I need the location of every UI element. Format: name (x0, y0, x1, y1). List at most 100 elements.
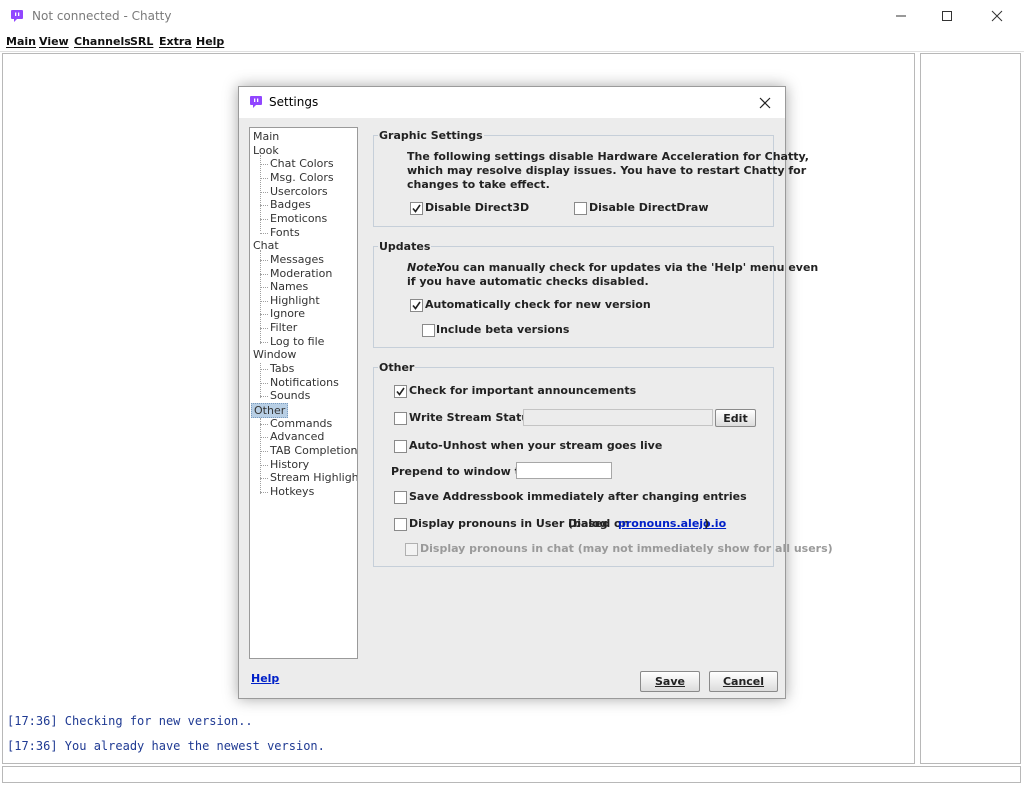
stream-status-label[interactable]: Write Stream Status: (409, 411, 540, 425)
disable-direct3d-label[interactable]: Disable Direct3D (425, 201, 529, 215)
pronouns-chat-label[interactable]: Display pronouns in chat (may not immedi… (420, 542, 833, 556)
help-link[interactable]: Help (251, 672, 279, 685)
auto-check-updates-label[interactable]: Automatically check for new version (425, 298, 651, 312)
tree-item-chat[interactable]: Chat (253, 239, 279, 252)
tree-connector (260, 478, 268, 480)
pronouns-close-paren: ) (704, 517, 710, 530)
tree-connector (260, 177, 268, 179)
updates-note-line: if you have automatic checks disabled. (407, 275, 649, 288)
tree-connector (260, 259, 268, 261)
tree-connector (260, 464, 268, 466)
cancel-button[interactable]: Cancel (709, 671, 778, 692)
pronouns-dialog-checkbox[interactable] (394, 518, 407, 531)
auto-unhost-checkbox[interactable] (394, 440, 407, 453)
menu-bar: Main View Channels SRL Extra Help (0, 32, 1024, 52)
tree-guide-line (260, 418, 261, 494)
settings-dialog: Settings Main Look Chat Colors Msg. Colors U… (238, 86, 833, 699)
chat-message: [17:36] You already have the newest vers… (7, 739, 325, 753)
disable-direct3d-checkbox[interactable] (410, 202, 423, 215)
tree-connector (260, 273, 268, 275)
tree-item-commands[interactable]: Commands (270, 417, 332, 430)
user-list-pane[interactable] (920, 53, 1021, 764)
tree-item-filter[interactable]: Filter (270, 321, 297, 334)
menu-main[interactable]: Main (6, 35, 36, 48)
tree-item-messages[interactable]: Messages (270, 253, 324, 266)
graphic-desc-line: which may resolve display issues. You ha… (407, 164, 807, 177)
tree-item-sounds[interactable]: Sounds (270, 389, 310, 402)
pronouns-link[interactable]: pronouns.alejo.io (618, 517, 726, 530)
announcements-label[interactable]: Check for important announcements (409, 384, 636, 398)
tree-connector (260, 287, 268, 289)
stream-status-checkbox[interactable] (394, 412, 407, 425)
tree-item-log-to-file[interactable]: Log to file (270, 335, 324, 348)
minimize-icon (896, 15, 906, 17)
tree-item-advanced[interactable]: Advanced (270, 430, 324, 443)
edit-button[interactable]: Edit (715, 409, 756, 427)
updates-title: Updates (378, 240, 432, 253)
tree-connector (260, 491, 268, 493)
tree-item-tab-completion[interactable]: TAB Completion (270, 444, 357, 457)
tree-item-badges[interactable]: Badges (270, 198, 311, 211)
minimize-button[interactable] (878, 0, 924, 32)
tree-item-fonts[interactable]: Fonts (270, 226, 300, 239)
tree-item-msg-colors[interactable]: Msg. Colors (270, 171, 334, 184)
close-icon (759, 97, 771, 109)
dialog-close-button[interactable] (753, 92, 777, 114)
announcements-checkbox[interactable] (394, 385, 407, 398)
tree-item-names[interactable]: Names (270, 280, 308, 293)
chat-input[interactable] (2, 766, 1021, 783)
tree-item-history[interactable]: History (270, 458, 309, 471)
tree-item-main[interactable]: Main (253, 130, 279, 143)
auto-unhost-label[interactable]: Auto-Unhost when your stream goes live (409, 439, 662, 453)
checkmark-icon (412, 204, 421, 213)
tree-item-hotkeys[interactable]: Hotkeys (270, 485, 314, 498)
tree-item-chat-colors[interactable]: Chat Colors (270, 157, 334, 170)
tree-item-window[interactable]: Window (253, 348, 296, 361)
chatty-bubble-icon (11, 10, 23, 22)
menu-srl[interactable]: SRL (130, 35, 153, 48)
other-title: Other (378, 361, 416, 374)
disable-directdraw-checkbox[interactable] (574, 202, 587, 215)
save-addressbook-checkbox[interactable] (394, 491, 407, 504)
tree-connector (260, 437, 268, 439)
tree-item-tabs[interactable]: Tabs (270, 362, 294, 375)
prepend-title-field[interactable] (516, 462, 612, 479)
maximize-button[interactable] (924, 0, 970, 32)
auto-check-updates-checkbox[interactable] (410, 299, 423, 312)
beta-versions-checkbox[interactable] (422, 324, 435, 337)
checkmark-icon (396, 387, 405, 396)
maximize-icon (942, 11, 952, 21)
stream-status-field[interactable] (523, 409, 713, 426)
pronouns-chat-checkbox[interactable] (405, 543, 418, 556)
tree-item-moderation[interactable]: Moderation (270, 267, 332, 280)
save-button[interactable]: Save (640, 671, 700, 692)
tree-connector (260, 191, 268, 193)
tree-item-usercolors[interactable]: Usercolors (270, 185, 328, 198)
graphic-settings-title: Graphic Settings (378, 129, 484, 142)
menu-help[interactable]: Help (196, 35, 224, 48)
menu-view[interactable]: View (39, 35, 69, 48)
menu-extra[interactable]: Extra (159, 35, 192, 48)
dialog-title: Settings (269, 95, 319, 109)
save-addressbook-label[interactable]: Save Addressbook immediately after chang… (409, 490, 747, 504)
tree-item-notifications[interactable]: Notifications (270, 376, 339, 389)
tree-item-ignore[interactable]: Ignore (270, 307, 305, 320)
tree-item-stream-highlights[interactable]: Stream Highlights (270, 471, 357, 484)
tree-connector (260, 218, 268, 220)
tree-connector (260, 369, 268, 371)
settings-tree[interactable]: Main Look Chat Colors Msg. Colors Usercolors… (249, 127, 358, 659)
tree-connector (260, 450, 268, 452)
graphic-desc-line: The following settings disable Hardware … (407, 150, 809, 163)
tree-item-emoticons[interactable]: Emoticons (270, 212, 327, 225)
beta-versions-label[interactable]: Include beta versions (436, 323, 569, 337)
window-title: Not connected - Chatty (32, 9, 172, 23)
tree-connector (260, 314, 268, 316)
close-window-button[interactable] (974, 0, 1020, 32)
tree-connector (260, 300, 268, 302)
tree-connector (260, 328, 268, 330)
tree-item-highlight[interactable]: Highlight (270, 294, 320, 307)
close-icon (991, 10, 1003, 22)
tree-item-look[interactable]: Look (253, 144, 279, 157)
disable-directdraw-label[interactable]: Disable DirectDraw (589, 201, 709, 215)
menu-channels[interactable]: Channels (74, 35, 131, 48)
